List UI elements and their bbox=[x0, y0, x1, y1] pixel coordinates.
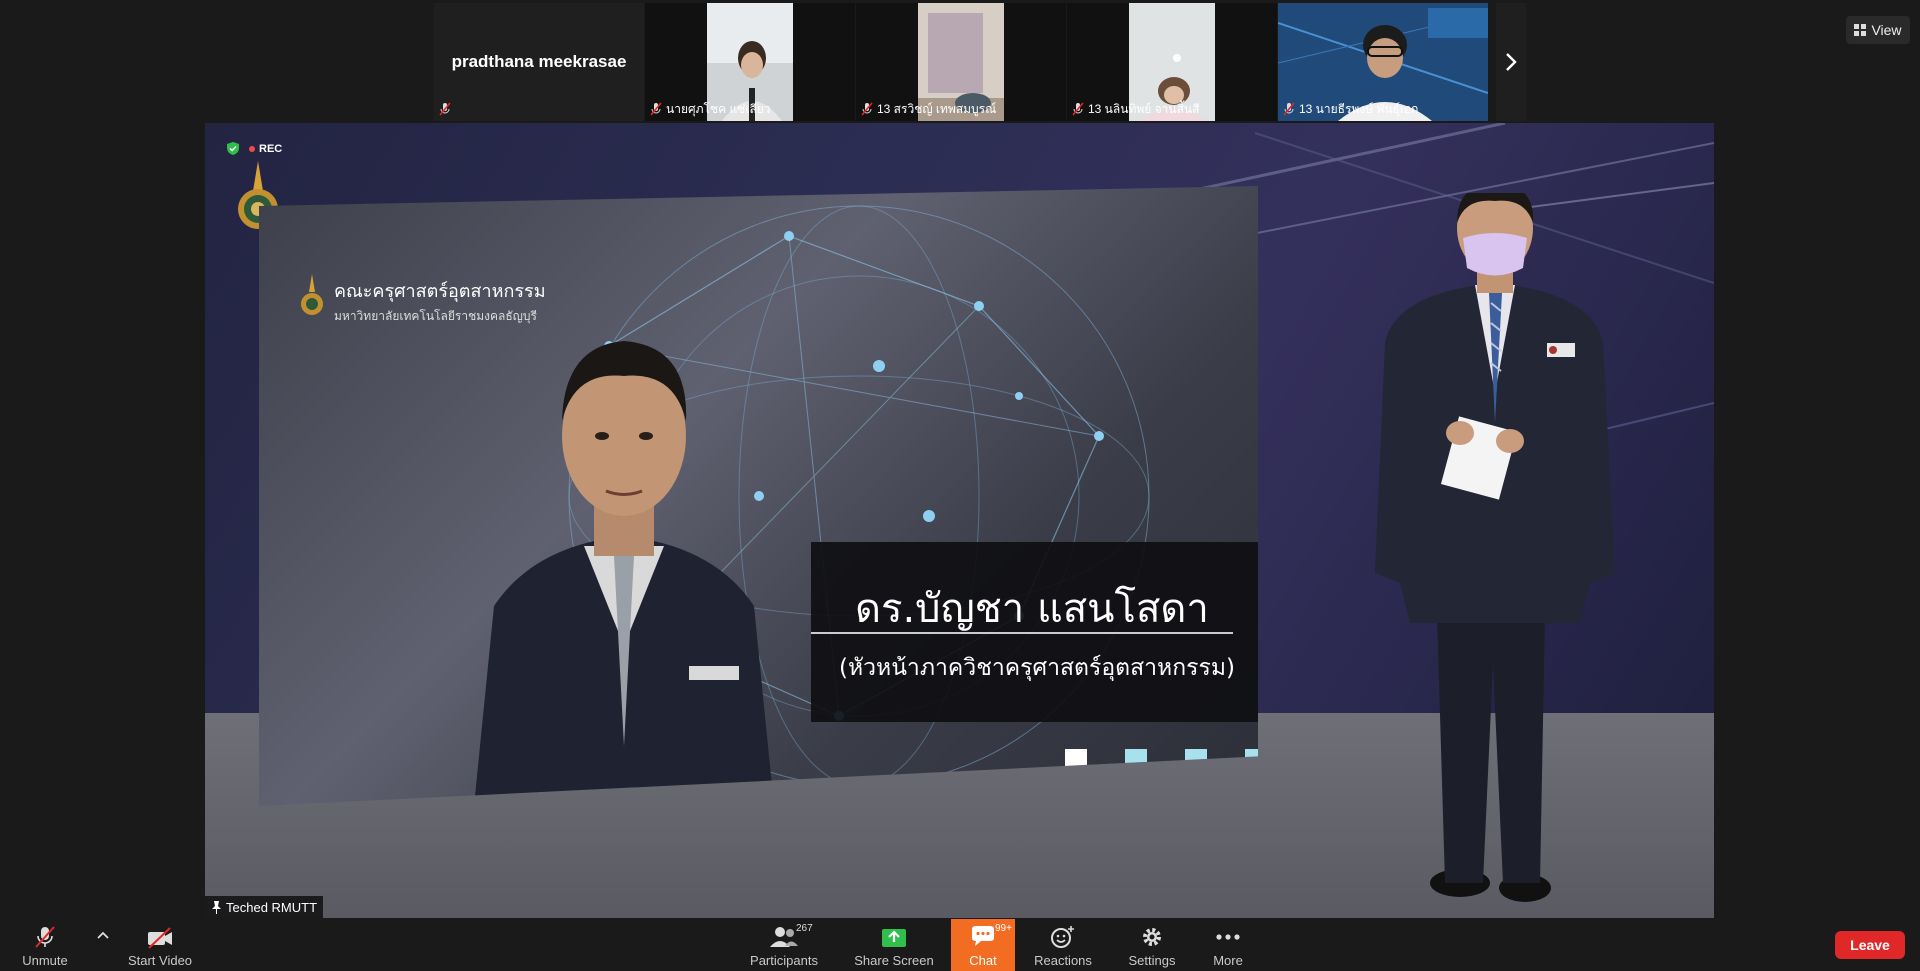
share-screen-button[interactable]: Share Screen bbox=[854, 919, 934, 971]
gallery-strip: pradthana meekrasae นายศุภโชค แซ่เลียว 1… bbox=[434, 3, 1527, 121]
share-screen-icon bbox=[882, 929, 906, 947]
speaker-name: ดร.บัญชา แสนโสดา bbox=[855, 586, 1209, 632]
participant-label: 13 สรวิชญ์ เทพสมบูรณ์ bbox=[860, 100, 1062, 118]
chat-count: 99+ bbox=[995, 923, 1012, 934]
participant-tile[interactable]: 13 สรวิชญ์ เทพสมบูรณ์ bbox=[856, 3, 1066, 121]
speaker-caption: ดร.บัญชา แสนโสดา (หัวหน้าภาควิชาครุศาสตร… bbox=[811, 542, 1258, 722]
mic-muted-icon bbox=[1283, 102, 1295, 116]
participant-tile[interactable]: pradthana meekrasae bbox=[434, 3, 644, 121]
shield-check-icon bbox=[227, 142, 239, 155]
more-label: More bbox=[1213, 953, 1243, 968]
participants-count: 267 bbox=[796, 923, 813, 934]
participants-label: Participants bbox=[750, 953, 818, 968]
caption-divider bbox=[811, 632, 1233, 634]
mic-muted-icon bbox=[861, 102, 873, 116]
participants-icon bbox=[770, 927, 798, 947]
speaker-role: (หัวหน้าภาควิชาครุศาสตร์อุตสาหกรรม) bbox=[839, 655, 1235, 681]
gear-icon bbox=[1143, 928, 1161, 946]
participant-label bbox=[438, 100, 640, 118]
reactions-label: Reactions bbox=[1034, 953, 1092, 968]
video-off-icon bbox=[148, 927, 172, 949]
reactions-icon bbox=[1051, 926, 1074, 948]
active-speaker-name: Teched RMUTT bbox=[226, 899, 318, 915]
faculty-name: คณะครุศาสตร์อุตสาหกรรม bbox=[334, 281, 546, 302]
reactions-button[interactable]: Reactions bbox=[1030, 919, 1096, 971]
participant-label: 13 นลินทิพย์ จานสิ้นสี bbox=[1071, 100, 1273, 118]
more-button[interactable]: More bbox=[1206, 919, 1250, 971]
participant-label: นายศุภโชค แซ่เลียว bbox=[649, 100, 851, 118]
unmute-button[interactable]: Unmute bbox=[14, 919, 76, 971]
participant-label: 13 นายธีรพงษ์ พันธุ์เอก bbox=[1282, 100, 1484, 118]
chat-button[interactable]: 99+ Chat bbox=[951, 919, 1015, 971]
chat-label: Chat bbox=[969, 953, 997, 968]
speaker-photo bbox=[474, 341, 774, 806]
pin-icon bbox=[212, 900, 221, 914]
participant-name: pradthana meekrasae bbox=[451, 52, 627, 71]
participant-tile[interactable]: นายศุภโชค แซ่เลียว bbox=[645, 3, 855, 121]
meeting-toolbar: Unmute Start Video 267 Participants Shar… bbox=[0, 919, 1920, 971]
audio-options-button[interactable] bbox=[92, 919, 114, 971]
leave-button[interactable]: Leave bbox=[1835, 931, 1905, 959]
chevron-right-icon bbox=[1506, 53, 1517, 71]
recording-indicator: REC bbox=[227, 142, 282, 155]
more-icon bbox=[1216, 934, 1240, 940]
participants-button[interactable]: 267 Participants bbox=[748, 919, 820, 971]
mic-muted-icon bbox=[439, 102, 451, 116]
slide-screen: คณะครุศาสตร์อุตสาหกรรม มหาวิทยาลัยเทคโนโ… bbox=[259, 186, 1258, 806]
settings-label: Settings bbox=[1128, 953, 1176, 968]
mic-muted-icon bbox=[35, 926, 55, 948]
main-video[interactable]: REC คณะครุศาสตร์อุตสาหกรรม มหาวิทยาลัยเท… bbox=[205, 123, 1714, 918]
start-video-label: Start Video bbox=[127, 953, 193, 968]
faculty-header: คณะครุศาสตร์อุตสาหกรรม มหาวิทยาลัยเทคโนโ… bbox=[301, 274, 546, 326]
participant-name: 13 สรวิชญ์ เทพสมบูรณ์ bbox=[877, 101, 997, 116]
participant-name: 13 นายธีรพงษ์ พันธุ์เอก bbox=[1299, 101, 1419, 116]
unmute-label: Unmute bbox=[22, 953, 68, 968]
chevron-up-icon bbox=[97, 931, 109, 939]
participant-tile[interactable]: 13 นลินทิพย์ จานสิ้นสี bbox=[1067, 3, 1277, 121]
chat-icon bbox=[972, 926, 994, 946]
participant-name: นายศุภโชค แซ่เลียว bbox=[666, 101, 771, 116]
active-speaker-label: Teched RMUTT bbox=[205, 896, 324, 918]
share-screen-label: Share Screen bbox=[854, 953, 934, 968]
rec-label: REC bbox=[259, 142, 283, 155]
participant-name: 13 นลินทิพย์ จานสิ้นสี bbox=[1088, 101, 1200, 116]
view-button[interactable]: View bbox=[1846, 16, 1910, 44]
participant-tile[interactable]: 13 นายธีรพงษ์ พันธุ์เอก bbox=[1278, 3, 1488, 121]
mic-muted-icon bbox=[650, 102, 662, 116]
university-name: มหาวิทยาลัยเทคโนโลยีราชมงคลธัญบุรี bbox=[334, 309, 537, 323]
start-video-button[interactable]: Start Video bbox=[124, 919, 196, 971]
view-label: View bbox=[1871, 22, 1902, 38]
presenter bbox=[1375, 193, 1615, 902]
rec-dot bbox=[249, 145, 255, 152]
settings-button[interactable]: Settings bbox=[1126, 919, 1178, 971]
mic-muted-icon bbox=[1072, 102, 1084, 116]
gallery-next-button[interactable] bbox=[1496, 3, 1526, 121]
faculty-logo bbox=[301, 274, 323, 315]
grid-icon bbox=[1854, 24, 1867, 36]
